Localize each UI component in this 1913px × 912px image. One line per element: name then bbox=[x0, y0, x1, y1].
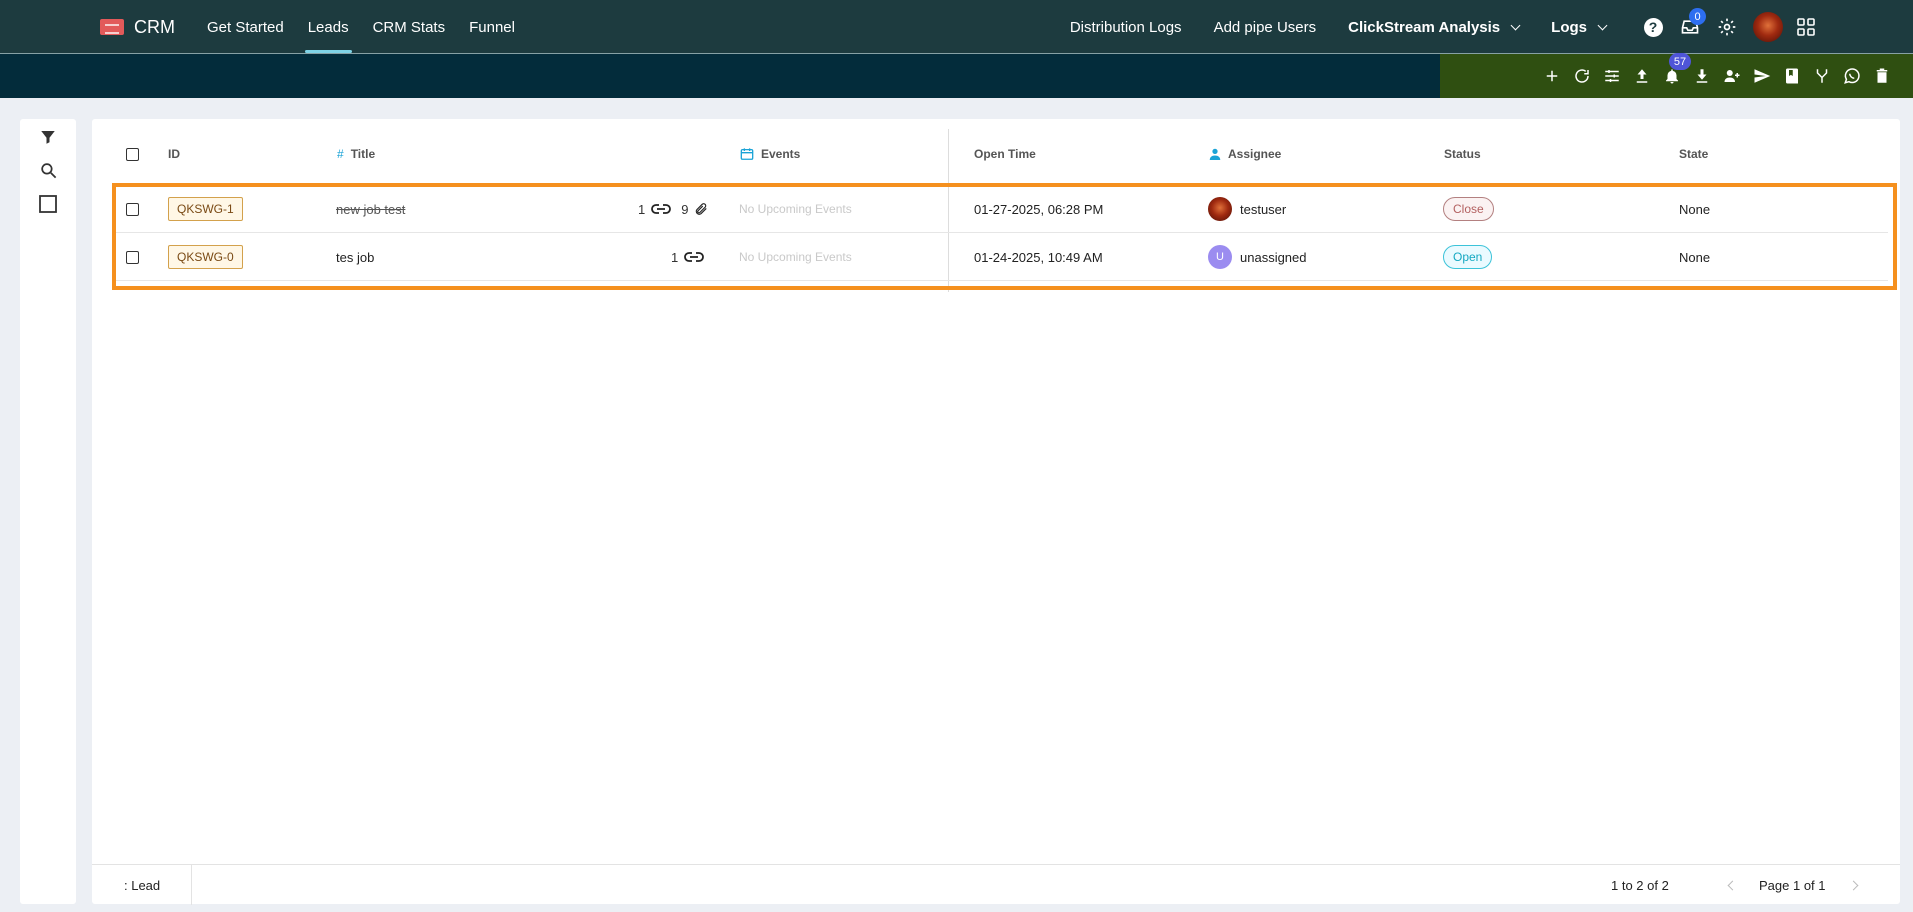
send-icon[interactable] bbox=[1751, 65, 1773, 87]
header-events-label: Events bbox=[761, 147, 801, 161]
header-events[interactable]: Events bbox=[740, 129, 800, 179]
nav-right: Distribution Logs Add pipe Users ClickSt… bbox=[1070, 0, 1913, 54]
hash-icon: # bbox=[337, 147, 344, 161]
download-icon[interactable] bbox=[1691, 65, 1713, 87]
inbox-count-badge: 0 bbox=[1689, 8, 1706, 25]
brand-name: CRM bbox=[134, 16, 175, 37]
header-title-label: Title bbox=[350, 147, 376, 161]
header-open-time-label: Open Time bbox=[974, 147, 1036, 161]
help-icon[interactable]: ? bbox=[1642, 16, 1664, 38]
record-type-label: : Lead bbox=[92, 865, 192, 905]
nav-leads[interactable]: Leads bbox=[297, 0, 360, 54]
add-users-icon[interactable] bbox=[1721, 65, 1743, 87]
delete-icon[interactable] bbox=[1871, 65, 1893, 87]
book-icon[interactable] bbox=[1781, 65, 1803, 87]
inbox-icon[interactable]: 0 bbox=[1679, 8, 1706, 38]
header-id-label: ID bbox=[168, 147, 180, 161]
nav-logs-dropdown[interactable]: Logs bbox=[1551, 18, 1608, 36]
action-toolbar: 57 bbox=[1440, 53, 1913, 98]
nav-clickstream-label: ClickStream Analysis bbox=[1348, 18, 1501, 36]
header-state[interactable]: State bbox=[1679, 129, 1708, 179]
calendar-icon bbox=[740, 148, 754, 160]
header-status-label: Status bbox=[1444, 147, 1481, 161]
top-navbar: CRM Get Started Leads CRM Stats Funnel D… bbox=[0, 0, 1913, 54]
main-nav: Get Started Leads CRM Stats Funnel bbox=[196, 0, 528, 54]
chevron-down-icon bbox=[1597, 20, 1608, 30]
gear-icon[interactable] bbox=[1716, 16, 1738, 38]
pagination-range: 1 to 2 of 2 bbox=[1611, 877, 1669, 893]
select-all-cell bbox=[126, 129, 139, 179]
brand[interactable]: CRM bbox=[100, 0, 175, 54]
upload-icon[interactable] bbox=[1631, 65, 1653, 87]
nav-funnel[interactable]: Funnel bbox=[458, 0, 526, 54]
crm-logo-icon bbox=[100, 19, 124, 35]
table-header: ID # Title Events Open Time Assignee Sta… bbox=[92, 129, 1900, 179]
apps-grid-icon[interactable] bbox=[1795, 16, 1817, 38]
prev-page-button[interactable] bbox=[1725, 878, 1739, 892]
header-open-time[interactable]: Open Time bbox=[974, 129, 1036, 179]
nav-add-pipe-users[interactable]: Add pipe Users bbox=[1214, 19, 1317, 36]
add-icon[interactable] bbox=[1541, 65, 1563, 87]
page-indicator: Page 1 of 1 bbox=[1759, 877, 1826, 893]
chevron-right-icon bbox=[1848, 880, 1858, 890]
select-box-icon[interactable] bbox=[38, 194, 58, 214]
nav-logs-label: Logs bbox=[1551, 18, 1587, 36]
header-title[interactable]: # Title bbox=[337, 129, 375, 179]
header-state-label: State bbox=[1679, 147, 1709, 161]
user-avatar[interactable] bbox=[1753, 12, 1783, 42]
filter-settings-icon[interactable] bbox=[1601, 65, 1623, 87]
table-footer: : Lead 1 to 2 of 2 Page 1 of 1 bbox=[92, 864, 1900, 905]
filter-icon[interactable] bbox=[38, 127, 58, 147]
header-id[interactable]: ID bbox=[168, 129, 180, 179]
nav-get-started[interactable]: Get Started bbox=[196, 0, 295, 54]
next-page-button[interactable] bbox=[1846, 878, 1860, 892]
header-assignee-label: Assignee bbox=[1228, 147, 1282, 161]
refresh-icon[interactable] bbox=[1571, 65, 1593, 87]
notification-count-badge: 57 bbox=[1669, 53, 1691, 70]
nav-clickstream-dropdown[interactable]: ClickStream Analysis bbox=[1348, 18, 1521, 36]
select-all-checkbox[interactable] bbox=[126, 147, 139, 161]
merge-icon[interactable] bbox=[1811, 65, 1833, 87]
chevron-left-icon bbox=[1727, 880, 1737, 890]
header-status[interactable]: Status bbox=[1444, 129, 1481, 179]
bell-icon[interactable]: 57 bbox=[1661, 53, 1691, 87]
chevron-down-icon bbox=[1510, 20, 1521, 30]
person-icon bbox=[1209, 148, 1221, 160]
left-filter-panel bbox=[20, 119, 76, 904]
header-assignee[interactable]: Assignee bbox=[1209, 129, 1281, 179]
whatsapp-icon[interactable] bbox=[1841, 65, 1863, 87]
search-icon[interactable] bbox=[38, 160, 58, 180]
nav-crm-stats[interactable]: CRM Stats bbox=[362, 0, 457, 54]
nav-distribution-logs[interactable]: Distribution Logs bbox=[1070, 19, 1182, 36]
selection-highlight bbox=[112, 183, 1897, 290]
